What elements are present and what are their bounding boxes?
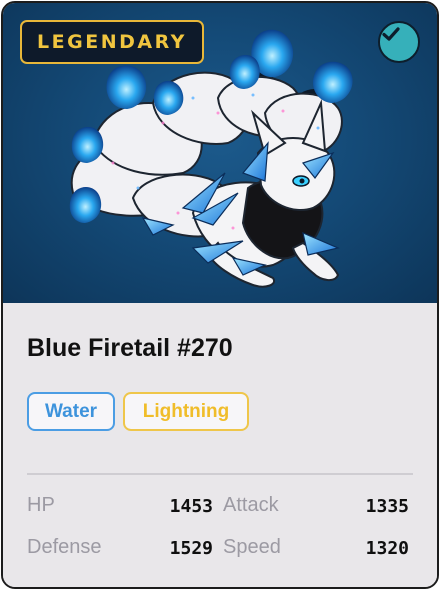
- card-info-panel: Blue Firetail #270 Water Lightning HP 14…: [3, 303, 437, 587]
- creature-card[interactable]: LEGENDARY Blue Firetail #270 Water Light…: [1, 1, 439, 589]
- check-icon: [382, 27, 400, 41]
- rarity-badge: LEGENDARY: [20, 20, 204, 64]
- stat-value-speed: 1320: [365, 538, 409, 559]
- creature-name: Blue Firetail #270: [27, 334, 233, 362]
- stat-label-defense: Defense: [27, 536, 102, 558]
- stat-label-attack: Attack: [223, 494, 279, 516]
- stat-value-hp: 1453: [169, 496, 213, 517]
- type-chip-lightning[interactable]: Lightning: [123, 392, 249, 431]
- stat-label-speed: Speed: [223, 536, 281, 558]
- creature-artwork: LEGENDARY: [3, 3, 437, 303]
- verified-check-icon: [378, 21, 420, 63]
- stats-divider: [27, 473, 413, 475]
- stat-value-defense: 1529: [169, 538, 213, 559]
- stat-value-attack: 1335: [365, 496, 409, 517]
- stat-label-hp: HP: [27, 494, 55, 516]
- type-chip-water[interactable]: Water: [27, 392, 115, 431]
